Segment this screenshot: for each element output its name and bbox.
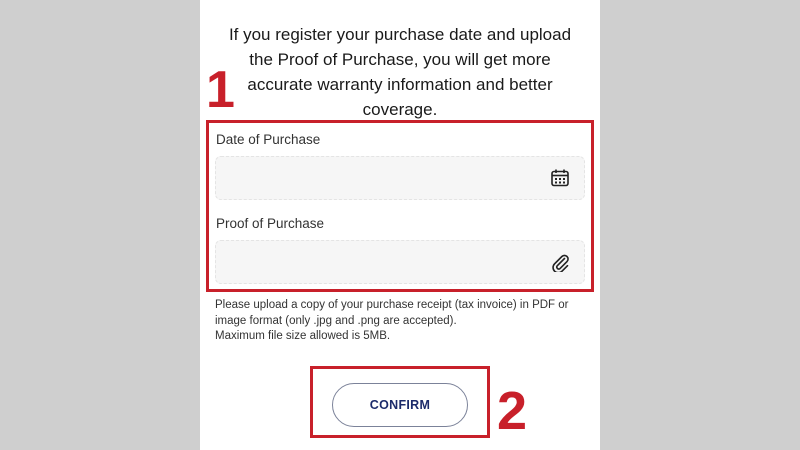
upload-help-text: Please upload a copy of your purchase re…: [215, 298, 587, 345]
intro-text: If you register your purchase date and u…: [228, 25, 572, 119]
proof-of-purchase-input[interactable]: [215, 240, 585, 284]
step-number-2: 2: [497, 381, 528, 441]
confirm-button[interactable]: CONFIRM: [332, 383, 468, 427]
step-number-1: 1: [206, 61, 235, 119]
help-text-line: Please upload a copy of your purchase re…: [215, 299, 569, 311]
help-text-line: image format (only .jpg and .png are acc…: [215, 314, 457, 327]
calendar-icon[interactable]: [550, 168, 570, 188]
help-text-line: Maximum file size allowed is 5MB.: [215, 330, 391, 342]
proof-of-purchase-label: Proof of Purchase: [216, 216, 325, 231]
paperclip-icon[interactable]: [550, 252, 570, 272]
date-of-purchase-input[interactable]: [215, 156, 585, 200]
date-of-purchase-label: Date of Purchase: [216, 132, 321, 147]
